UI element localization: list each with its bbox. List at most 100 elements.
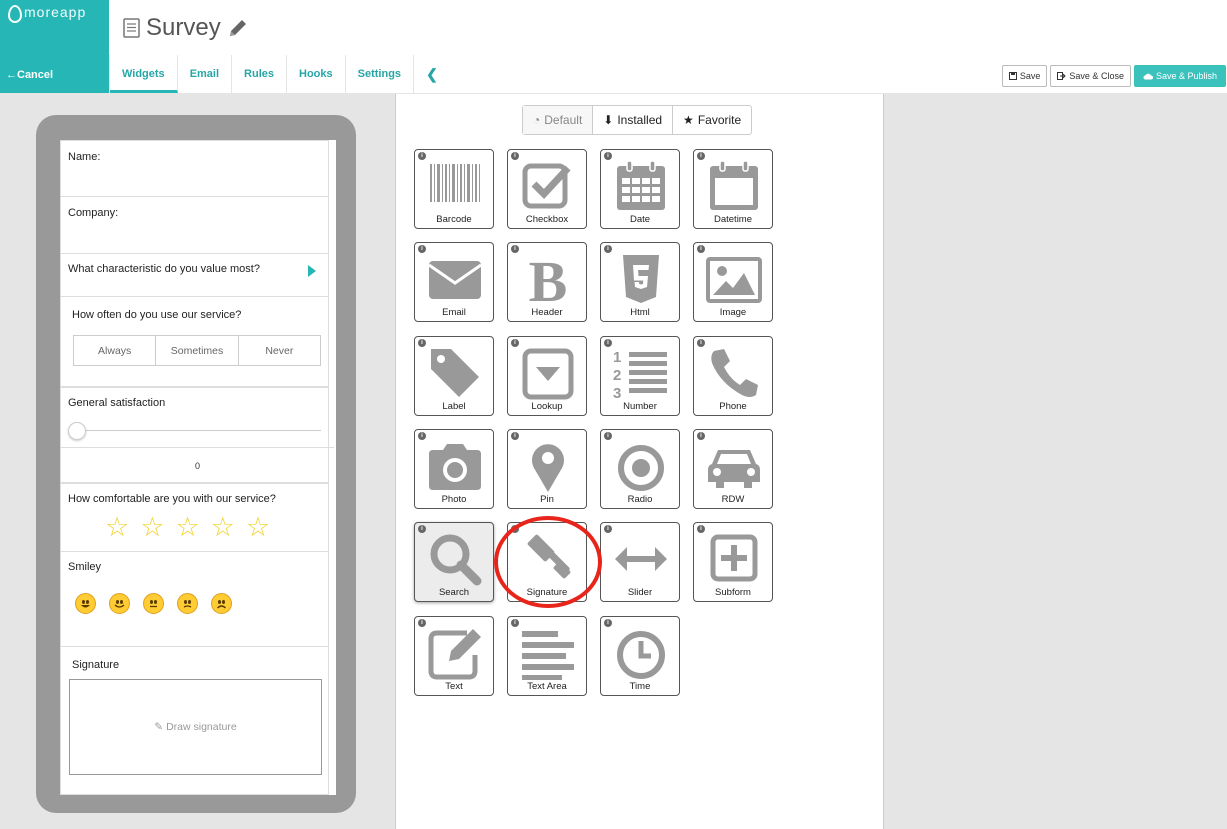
widget-number[interactable]: i 123 Number <box>600 336 680 416</box>
star-icon[interactable]: ☆ <box>175 514 199 541</box>
neutral-smiley-icon[interactable] <box>143 593 164 614</box>
save-close-button[interactable]: Save & Close <box>1050 65 1131 87</box>
info-icon[interactable]: i <box>697 432 705 440</box>
download-icon: ⬇ <box>603 113 614 127</box>
widget-label: Pin <box>540 494 554 505</box>
option-always[interactable]: Always <box>74 336 157 365</box>
smiling-smiley-icon[interactable] <box>109 593 130 614</box>
widget-slider[interactable]: i Slider <box>600 522 680 602</box>
widget-rdw[interactable]: i RDW <box>693 429 773 509</box>
tab-widgets[interactable]: Widgets <box>110 55 178 93</box>
info-icon[interactable]: i <box>511 339 519 347</box>
info-icon[interactable]: i <box>511 245 519 253</box>
star-icon[interactable]: ☆ <box>105 514 129 541</box>
widget-subform[interactable]: i Subform <box>693 522 773 602</box>
calendar-icon <box>710 160 758 210</box>
widget-image[interactable]: i Image <box>693 242 773 322</box>
info-icon[interactable]: i <box>604 619 612 627</box>
info-icon[interactable]: i <box>418 339 426 347</box>
info-icon[interactable]: i <box>604 152 612 160</box>
cancel-label: Cancel <box>17 69 54 81</box>
widget-date[interactable]: i Date <box>600 149 680 229</box>
widget-label[interactable]: i Label <box>414 336 494 416</box>
calendar-grid-icon <box>617 160 665 210</box>
frequency-options: Always Sometimes Never <box>73 335 321 366</box>
star-icon[interactable]: ☆ <box>246 514 270 541</box>
save-button[interactable]: Save <box>1001 65 1048 87</box>
edit-icon: ✎ <box>154 721 164 733</box>
signature-pad[interactable]: ✎ Draw signature <box>69 679 322 775</box>
info-icon[interactable]: i <box>511 525 519 533</box>
category-installed[interactable]: ⬇ Installed <box>593 106 674 134</box>
widget-label: Text Area <box>527 681 567 692</box>
tab-rules[interactable]: Rules <box>232 55 288 93</box>
cloud-upload-icon <box>1143 73 1153 80</box>
star-icon[interactable]: ☆ <box>140 514 164 541</box>
characteristic-field[interactable]: What characteristic do you value most? <box>60 254 329 297</box>
info-icon[interactable]: i <box>511 152 519 160</box>
company-field[interactable]: Company: <box>60 197 329 254</box>
phone-preview: Name: Company: What characteristic do yo… <box>36 115 356 813</box>
sad-smiley-icon[interactable] <box>211 593 232 614</box>
pensive-smiley-icon[interactable] <box>177 593 198 614</box>
name-field[interactable]: Name: <box>60 140 329 197</box>
info-icon[interactable]: i <box>697 245 705 253</box>
text-lines-icon <box>522 631 574 680</box>
widget-phone[interactable]: i Phone <box>693 336 773 416</box>
info-icon[interactable]: i <box>418 245 426 253</box>
plus-square-icon <box>710 534 758 582</box>
widget-header[interactable]: i B Header <box>507 242 587 322</box>
widget-lookup[interactable]: i Lookup <box>507 336 587 416</box>
widget-photo[interactable]: i Photo <box>414 429 494 509</box>
info-icon[interactable]: i <box>511 619 519 627</box>
search-icon <box>430 534 482 586</box>
info-icon[interactable]: i <box>418 432 426 440</box>
widget-label: Radio <box>627 494 653 505</box>
info-icon[interactable]: i <box>418 525 426 533</box>
name-label: Name: <box>68 151 101 163</box>
tab-email[interactable]: Email <box>178 55 233 93</box>
widget-datetime[interactable]: i Datetime <box>693 149 773 229</box>
star-icon[interactable]: ☆ <box>211 514 235 541</box>
tab-hooks[interactable]: Hooks <box>287 55 346 93</box>
widget-time[interactable]: i Time <box>600 616 680 696</box>
category-default[interactable]: ◔ Default <box>523 106 594 134</box>
info-icon[interactable]: i <box>697 339 705 347</box>
tab-settings[interactable]: Settings <box>346 55 415 93</box>
widget-signature[interactable]: i Signature <box>507 522 587 602</box>
widget-search[interactable]: i Search <box>414 522 494 602</box>
save-publish-button[interactable]: Save & Publish <box>1133 65 1226 87</box>
widget-checkbox[interactable]: i Checkbox <box>507 149 587 229</box>
info-icon[interactable]: i <box>604 245 612 253</box>
category-favorite[interactable]: ★ Favorite <box>673 106 751 134</box>
option-sometimes[interactable]: Sometimes <box>156 336 239 365</box>
info-icon[interactable]: i <box>697 525 705 533</box>
info-icon[interactable]: i <box>418 152 426 160</box>
widget-label: Barcode <box>436 214 472 225</box>
play-arrow-icon <box>308 265 316 277</box>
widget-barcode[interactable]: i Barcode <box>414 149 494 229</box>
info-icon[interactable]: i <box>418 619 426 627</box>
widget-html[interactable]: i Html <box>600 242 680 322</box>
widget-pin[interactable]: i Pin <box>507 429 587 509</box>
info-icon[interactable]: i <box>697 152 705 160</box>
grinning-smiley-icon[interactable] <box>75 593 96 614</box>
widget-text-area[interactable]: i Text Area <box>507 616 587 696</box>
pencil-edit-icon[interactable] <box>227 17 249 39</box>
cancel-button[interactable]: ←Cancel <box>6 69 53 81</box>
widget-text[interactable]: i Text <box>414 616 494 696</box>
info-icon[interactable]: i <box>604 339 612 347</box>
widget-radio[interactable]: i Radio <box>600 429 680 509</box>
info-icon[interactable]: i <box>511 432 519 440</box>
slider-track[interactable] <box>73 430 321 431</box>
widget-email[interactable]: i Email <box>414 242 494 322</box>
option-never[interactable]: Never <box>239 336 320 365</box>
collapse-panel-button[interactable]: ❮ <box>414 55 450 93</box>
info-icon[interactable]: i <box>604 432 612 440</box>
info-icon[interactable]: i <box>604 525 612 533</box>
slider-handle[interactable] <box>68 422 86 440</box>
sign-out-icon <box>1057 72 1067 80</box>
star-rating: ☆ ☆ ☆ ☆ ☆ <box>105 514 270 541</box>
logo-text: moreapp <box>24 4 87 20</box>
widget-label: Checkbox <box>525 214 569 225</box>
